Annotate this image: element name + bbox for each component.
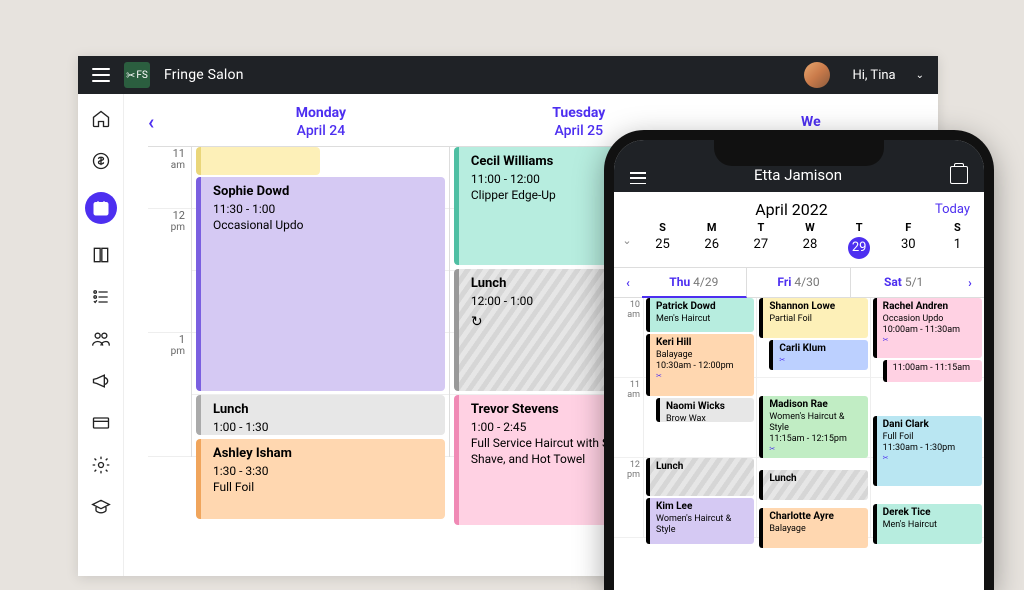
ph-event[interactable]: Lunch: [646, 458, 754, 496]
brand-tile: ✂FS: [124, 62, 150, 88]
prev-arrow[interactable]: ‹: [148, 110, 192, 134]
event-block[interactable]: [196, 147, 320, 175]
week-day[interactable]: S25: [638, 221, 687, 259]
topbar: ✂FS Fringe Salon Hi, Tina ⌄: [78, 56, 938, 94]
event-sophie[interactable]: Sophie Dowd 11:30 - 1:00 Occasional Updo: [196, 177, 445, 391]
tab-fri[interactable]: Fri4/30: [747, 268, 852, 297]
event-lunch-mon[interactable]: Lunch 1:00 - 1:30: [196, 395, 445, 435]
gear-icon[interactable]: [90, 454, 112, 476]
phone-calendar-grid: 10 am 11 am 12 pm Patrick DowdMen's Hair…: [614, 298, 984, 538]
ph-event[interactable]: Dani ClarkFull Foil11:30am - 1:30pm✂: [873, 416, 982, 486]
day-header-wed-partial[interactable]: We: [708, 113, 914, 131]
phone-notch: [714, 140, 884, 166]
week-day[interactable]: F30: [884, 221, 933, 259]
ph-event[interactable]: Charlotte AyreBalayage: [759, 508, 867, 548]
time-column: 11am 12pm 1pm: [148, 147, 192, 457]
ph-event[interactable]: Rachel AndrenOccasion Updo10:00am - 11:3…: [873, 298, 982, 358]
next-day-arrow[interactable]: ›: [956, 268, 984, 297]
phone-frame: Etta Jamison April 2022 Today ⌄ S25 M26 …: [604, 130, 994, 590]
megaphone-icon[interactable]: [90, 370, 112, 392]
card-icon[interactable]: [90, 412, 112, 434]
phone-menu-button[interactable]: [630, 172, 646, 184]
greeting: Hi, Tina: [852, 68, 895, 83]
week-day[interactable]: W28: [785, 221, 834, 259]
tab-sat[interactable]: Sat5/1: [851, 268, 956, 297]
week-day-selected[interactable]: T29: [835, 221, 884, 259]
checklist-icon[interactable]: [90, 286, 112, 308]
week-day[interactable]: S1: [933, 221, 982, 259]
prev-day-arrow[interactable]: ‹: [614, 268, 642, 297]
ph-event[interactable]: Kim LeeWomen's Haircut & Style: [646, 498, 754, 544]
ph-event[interactable]: 11:00am - 11:15am: [883, 360, 982, 382]
phone-col-thu[interactable]: Patrick DowdMen's Haircut Keri HillBalay…: [644, 298, 757, 538]
week-day[interactable]: M26: [687, 221, 736, 259]
today-button[interactable]: Today: [935, 202, 970, 217]
phone-time-column: 10 am 11 am 12 pm: [614, 298, 644, 538]
phone-title: Etta Jamison: [754, 166, 842, 184]
phone-day-tabs: ‹ Thu4/29 Fri4/30 Sat5/1 ›: [614, 268, 984, 298]
ph-event[interactable]: Carli Klum✂: [769, 340, 867, 370]
sidenav: [78, 94, 124, 576]
tab-thu[interactable]: Thu4/29: [642, 268, 747, 298]
ph-event[interactable]: Derek TiceMen's Haircut: [873, 504, 982, 544]
people-icon[interactable]: [90, 328, 112, 350]
month-label: April 2022: [755, 200, 828, 219]
event-ashley[interactable]: Ashley Isham 1:30 - 3:30 Full Foil: [196, 439, 445, 519]
phone-col-sat[interactable]: Rachel AndrenOccasion Updo10:00am - 11:3…: [871, 298, 984, 538]
book-icon[interactable]: [90, 244, 112, 266]
column-monday[interactable]: Sophie Dowd 11:30 - 1:00 Occasional Updo…: [192, 147, 450, 457]
ph-event[interactable]: Keri HillBalayage10:30am - 12:00pm✂: [646, 334, 754, 396]
home-icon[interactable]: [90, 108, 112, 130]
calendar-icon[interactable]: [950, 166, 968, 184]
day-header-mon[interactable]: MondayApril 24: [192, 104, 450, 140]
ph-event[interactable]: Patrick DowdMen's Haircut: [646, 298, 754, 332]
phone-col-fri[interactable]: Shannon LowePartial Foil Carli Klum✂ Mad…: [757, 298, 870, 538]
avatar[interactable]: [804, 62, 830, 88]
ph-event[interactable]: Shannon LowePartial Foil: [759, 298, 867, 338]
calendar-icon[interactable]: [85, 192, 117, 224]
ph-event[interactable]: Madison RaeWomen's Haircut & Style11:15a…: [759, 396, 867, 458]
graduation-icon[interactable]: [90, 496, 112, 518]
menu-button[interactable]: [92, 68, 110, 82]
week-day[interactable]: T27: [736, 221, 785, 259]
chevron-down-icon[interactable]: ⌄: [916, 70, 924, 81]
ph-event[interactable]: Naomi WicksBrow Wax: [656, 398, 754, 422]
ph-event[interactable]: Lunch: [759, 470, 867, 500]
chevron-down-icon[interactable]: ⌄: [616, 221, 638, 259]
phone-month-row: April 2022 Today: [614, 192, 984, 221]
phone-week-strip: ⌄ S25 M26 T27 W28 T29 F30 S1: [614, 221, 984, 268]
money-icon[interactable]: [90, 150, 112, 172]
brand-name: Fringe Salon: [164, 67, 244, 83]
